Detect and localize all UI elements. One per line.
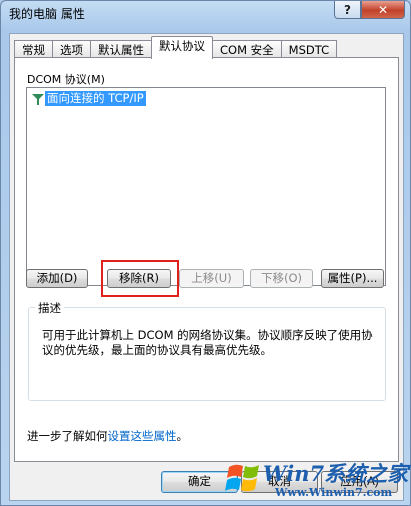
description-group: 描述 可用于此计算机上 DCOM 的网络协议集。协议顺序反映了使用协议的优先级，… xyxy=(28,300,386,401)
close-button[interactable]: ✕ xyxy=(361,1,405,19)
add-button[interactable]: 添加(D) xyxy=(26,269,88,288)
properties-window: 我的电脑 属性 ? ✕ 常规 选项 默认属性 默认协议 COM 安全 MSDTC… xyxy=(0,0,411,506)
tab-panel: DCOM 协议(M) 面向连接的 TCP/IP 添加(D) 移除(R) 上移(U… xyxy=(14,57,399,462)
list-item[interactable]: 面向连接的 TCP/IP xyxy=(31,91,146,106)
properties-button[interactable]: 属性(P)... xyxy=(321,269,384,288)
move-down-button[interactable]: 下移(O) xyxy=(250,269,313,288)
site-watermark: Win7系统之家 Www.Winwin7.com xyxy=(223,456,409,504)
close-icon: ✕ xyxy=(377,2,389,17)
description-text: 可用于此计算机上 DCOM 的网络协议集。协议顺序反映了使用协议的优先级，最上面… xyxy=(42,328,373,357)
tab-strip: 常规 选项 默认属性 默认协议 COM 安全 MSDTC xyxy=(14,36,338,59)
window-title: 我的电脑 属性 xyxy=(9,7,85,21)
dialog-client: 常规 选项 默认属性 默认协议 COM 安全 MSDTC DCOM 协议(M) … xyxy=(9,33,404,501)
title-bar[interactable]: 我的电脑 属性 ? ✕ xyxy=(1,1,410,27)
learn-more-suffix: 。 xyxy=(176,429,189,443)
help-button[interactable]: ? xyxy=(334,1,361,19)
move-up-button[interactable]: 上移(U) xyxy=(179,269,244,288)
learn-more: 进一步了解如何设置这些属性。 xyxy=(27,428,188,444)
watermark-url: Www.Winwin7.com xyxy=(275,486,393,499)
windows-logo-icon xyxy=(225,464,259,492)
learn-more-prefix: 进一步了解如何 xyxy=(27,429,108,443)
protocol-list[interactable]: 面向连接的 TCP/IP xyxy=(26,87,386,286)
highlight-box xyxy=(101,260,179,297)
dcom-protocols-label: DCOM 协议(M) xyxy=(27,73,105,86)
watermark-brand: Win7系统之家 xyxy=(263,461,409,486)
tab-default-protocols[interactable]: 默认协议 xyxy=(151,36,213,59)
network-protocol-icon xyxy=(31,92,45,106)
learn-more-link[interactable]: 设置这些属性 xyxy=(108,429,177,443)
help-icon: ? xyxy=(344,2,351,17)
description-title: 描述 xyxy=(35,300,64,316)
protocol-label: 面向连接的 TCP/IP xyxy=(45,91,146,106)
